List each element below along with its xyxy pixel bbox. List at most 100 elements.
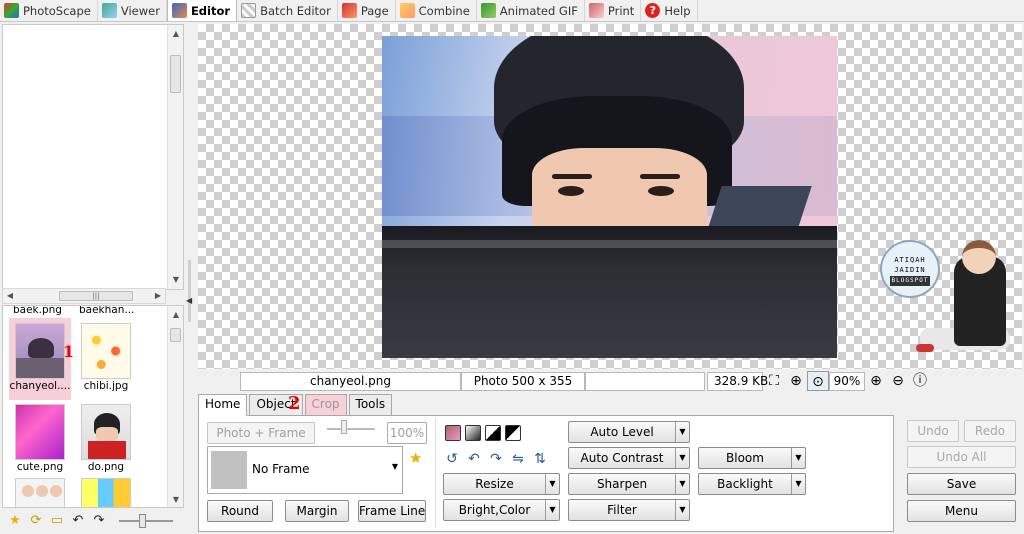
forward-arrow-icon[interactable]: ↷: [90, 512, 108, 530]
viewer-icon: [101, 3, 117, 18]
tab-editor[interactable]: Editor: [166, 0, 238, 21]
tab-home[interactable]: Home: [198, 394, 248, 416]
negative-icon[interactable]: [505, 425, 521, 441]
file-size-display: 328.9 KB: [707, 371, 768, 391]
zoom-in-icon[interactable]: ⊕: [865, 371, 887, 391]
photo-image[interactable]: [382, 36, 837, 358]
rotate-cw-icon[interactable]: ↷: [487, 450, 505, 468]
tab-viewer[interactable]: Viewer: [98, 0, 167, 21]
menu-button[interactable]: Menu: [907, 500, 1016, 522]
filter-button[interactable]: Filter ▼: [568, 499, 690, 521]
grayscale-icon[interactable]: [465, 425, 481, 441]
photoscape-icon: [4, 3, 19, 18]
sharpen-label: Sharpen: [596, 477, 648, 491]
scroll-left-icon[interactable]: ◀: [3, 289, 17, 303]
thumbnail-item[interactable]: cute.png: [9, 402, 71, 476]
thumbnail-item[interactable]: chibi.jpg: [75, 318, 137, 400]
help-icon: ?: [645, 3, 661, 18]
speech-bubble: ATIQAH JAIDIN BLOGSPOT: [880, 240, 940, 298]
undo-button[interactable]: Undo: [907, 420, 959, 442]
tab-combine[interactable]: Combine: [396, 0, 477, 21]
hscrollbar-thumb[interactable]: |||: [59, 291, 133, 301]
frame-selector[interactable]: No Frame ▼: [207, 446, 403, 494]
thumbnail-item[interactable]: chanyeol....: [9, 318, 71, 400]
rotate-ccw-icon[interactable]: ↶: [465, 450, 483, 468]
undo-all-button[interactable]: Undo All: [907, 446, 1016, 468]
folder-tree-hscrollbar[interactable]: ◀ ||| ▶: [2, 288, 166, 304]
tab-photoscape[interactable]: PhotoScape: [0, 0, 98, 21]
bright-color-button[interactable]: Bright,Color ▼: [443, 499, 560, 521]
flip-horizontal-icon[interactable]: ⇋: [509, 450, 527, 468]
tab-crop[interactable]: Crop: [304, 394, 347, 415]
flip-vertical-icon[interactable]: ⇅: [531, 450, 549, 468]
thumbnail-size-slider[interactable]: [119, 512, 173, 530]
frame-percent-field[interactable]: 100%: [387, 422, 427, 444]
thumbnail-item[interactable]: [75, 478, 137, 507]
star-icon[interactable]: ★: [409, 449, 422, 467]
chevron-down-icon[interactable]: ▼: [791, 474, 805, 494]
tab-tools[interactable]: Tools: [348, 394, 393, 415]
frame-slider-knob[interactable]: [341, 420, 347, 434]
sticker-image[interactable]: ATIQAH JAIDIN BLOGSPOT: [880, 236, 1020, 364]
zoom-out-icon[interactable]: ⊖: [887, 371, 909, 391]
black-white-icon[interactable]: [485, 425, 501, 441]
auto-level-button[interactable]: Auto Level ▼: [568, 421, 690, 443]
fit-screen-icon[interactable]: ⛶: [763, 371, 785, 391]
margin-button[interactable]: Margin: [285, 500, 349, 522]
back-arrow-icon[interactable]: ↶: [69, 512, 87, 530]
redo-button[interactable]: Redo: [964, 420, 1016, 442]
zoom-fit-icon[interactable]: ⊙: [807, 371, 829, 391]
resize-button[interactable]: Resize ▼: [443, 473, 560, 495]
info-icon[interactable]: ⓘ: [909, 371, 931, 391]
scroll-down-icon[interactable]: ▼: [168, 273, 184, 287]
scroll-down-icon[interactable]: ▼: [168, 493, 183, 507]
thumbnail-caption: chanyeol....: [9, 380, 71, 392]
tab-help[interactable]: ? Help: [641, 0, 698, 21]
frame-line-button[interactable]: Frame Line: [358, 500, 426, 522]
scrollbar-thumb[interactable]: [170, 328, 181, 342]
chevron-down-icon[interactable]: ▼: [675, 422, 689, 442]
refresh-icon[interactable]: ⟳: [27, 512, 45, 530]
folder-tree[interactable]: ▲ ▼: [2, 24, 184, 290]
auto-contrast-button[interactable]: Auto Contrast ▼: [568, 447, 690, 469]
actual-size-icon[interactable]: ⊕: [785, 371, 807, 391]
bloom-button[interactable]: Bloom ▼: [698, 447, 806, 469]
thumbnail-pane[interactable]: baek.png baekhan... chanyeol.... 1 chibi…: [2, 305, 184, 508]
tab-print[interactable]: Print: [585, 0, 642, 21]
backlight-button[interactable]: Backlight ▼: [698, 473, 806, 495]
folder-icon[interactable]: ▭: [48, 512, 66, 530]
star-icon[interactable]: ★: [6, 512, 24, 530]
thumbnail-scrollbar[interactable]: ▲ ▼: [167, 306, 183, 507]
sticker-text: JAIDIN: [894, 266, 926, 274]
tab-animated-gif[interactable]: Animated GIF: [477, 0, 585, 21]
frame-slider-track[interactable]: [327, 428, 375, 430]
tab-batch-editor[interactable]: Batch Editor: [237, 0, 338, 21]
chevron-down-icon[interactable]: ▼: [675, 448, 689, 468]
tab-page[interactable]: Page: [338, 0, 396, 21]
thumbnail-item[interactable]: [9, 478, 71, 507]
batch-editor-icon: [241, 3, 257, 18]
sharpen-button[interactable]: Sharpen ▼: [568, 473, 690, 495]
collapse-arrow-icon[interactable]: ◀: [186, 296, 192, 305]
chevron-down-icon[interactable]: ▼: [545, 500, 559, 520]
scrollbar-thumb[interactable]: [170, 55, 181, 93]
photo-frame-button[interactable]: Photo + Frame: [207, 422, 315, 444]
splitter-grip: [188, 260, 191, 322]
chevron-down-icon[interactable]: ▼: [545, 474, 559, 494]
scroll-right-icon[interactable]: ▶: [151, 289, 165, 303]
chevron-down-icon[interactable]: ▼: [675, 500, 689, 520]
chevron-down-icon[interactable]: ▼: [675, 474, 689, 494]
save-button[interactable]: Save: [907, 473, 1016, 495]
chevron-down-icon[interactable]: ▼: [791, 448, 805, 468]
sepia-icon[interactable]: [445, 425, 461, 441]
scroll-up-icon[interactable]: ▲: [168, 27, 184, 41]
round-button[interactable]: Round: [207, 500, 273, 522]
rotate-left-icon[interactable]: ↺: [443, 450, 461, 468]
thumbnail-item[interactable]: do.png: [75, 402, 137, 476]
editor-canvas[interactable]: ATIQAH JAIDIN BLOGSPOT: [198, 24, 1022, 369]
slider-knob[interactable]: [139, 514, 146, 528]
editor-tools-panel: Home Object Crop Tools 2 Photo + Frame 1…: [198, 393, 894, 532]
panel-splitter[interactable]: ◀: [184, 24, 196, 508]
folder-tree-scrollbar[interactable]: ▲ ▼: [167, 25, 183, 289]
scroll-up-icon[interactable]: ▲: [168, 308, 183, 322]
